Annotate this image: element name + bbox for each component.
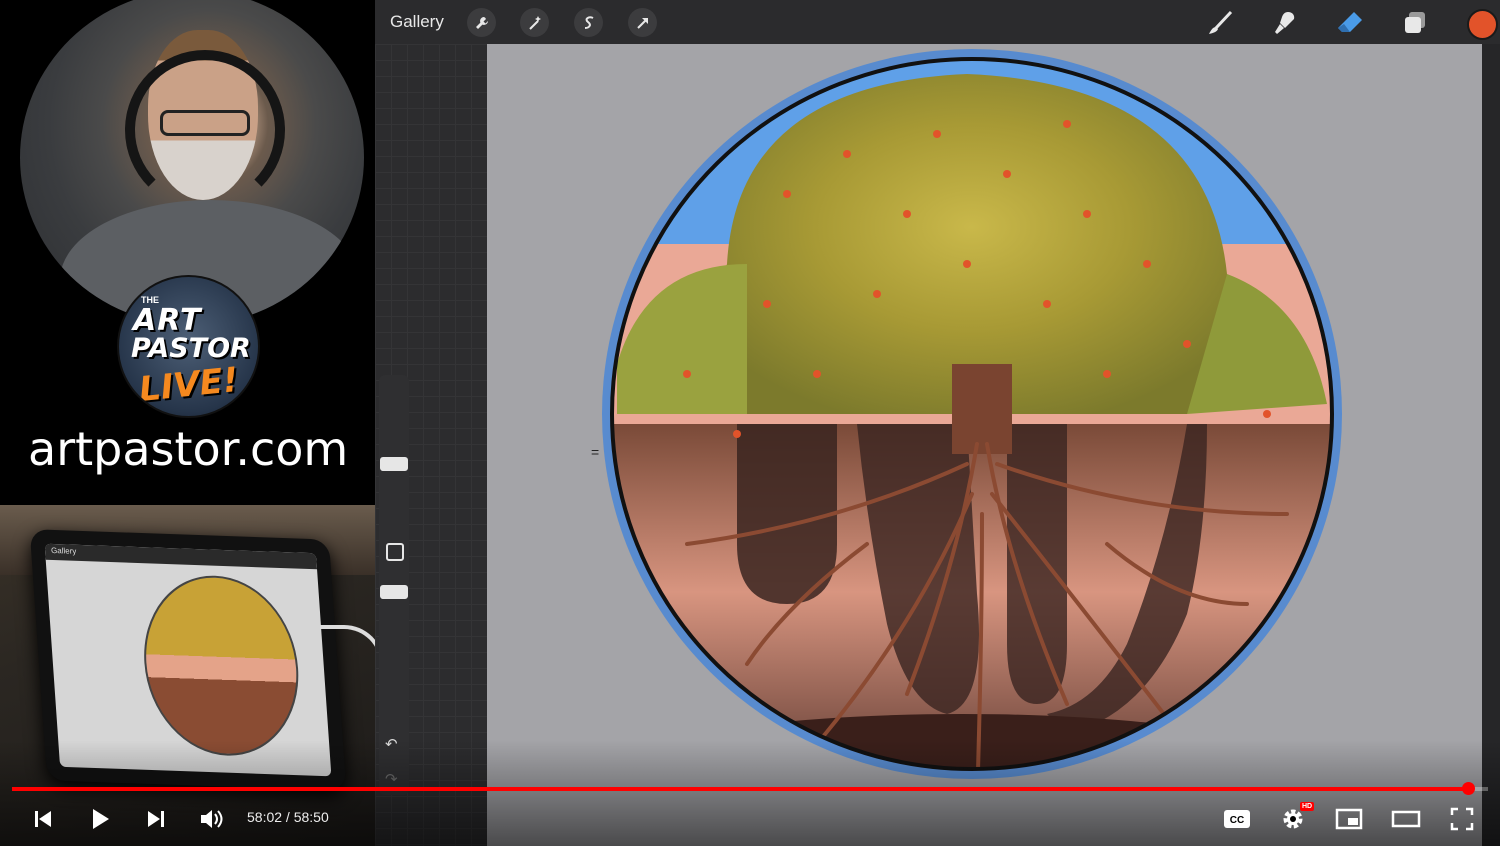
magic-wand-icon[interactable]: [520, 8, 549, 37]
selection-icon[interactable]: [574, 8, 603, 37]
captions-label: CC: [1230, 815, 1244, 826]
miniplayer-icon[interactable]: [1333, 803, 1365, 835]
procreate-app: Gallery ↶ ↷: [375, 0, 1500, 846]
color-swatch[interactable]: [1467, 9, 1498, 40]
art-pastor-live-logo: THE ART PASTOR LIVE!: [117, 275, 260, 418]
gallery-button[interactable]: Gallery: [390, 12, 444, 32]
glasses-icon: [160, 110, 250, 136]
brush-size-slider[interactable]: [380, 457, 408, 471]
ipad-artwork-thumbnail: [138, 573, 305, 759]
procreate-sidebar: ↶ ↷: [379, 375, 409, 795]
fullscreen-icon[interactable]: [1446, 803, 1478, 835]
progress-played: [12, 787, 1468, 791]
play-button[interactable]: [84, 803, 116, 835]
previous-button[interactable]: [27, 803, 59, 835]
eraser-icon[interactable]: [1335, 8, 1365, 38]
time-display: 58:02 / 58:50: [247, 809, 329, 825]
transform-arrow-icon[interactable]: [628, 8, 657, 37]
ipad-toolbar: Gallery: [44, 543, 318, 570]
brush-icon[interactable]: [1205, 8, 1235, 38]
logo-live-text: LIVE!: [137, 359, 241, 411]
theater-mode-icon[interactable]: [1390, 803, 1422, 835]
drawing-canvas[interactable]: =: [487, 44, 1482, 846]
hd-badge: HD: [1300, 802, 1315, 811]
wrench-icon[interactable]: [467, 8, 496, 37]
opacity-slider[interactable]: [380, 585, 408, 599]
next-button[interactable]: [140, 803, 172, 835]
progress-bar[interactable]: [12, 782, 1488, 795]
procreate-toolbar: Gallery: [375, 0, 1500, 44]
smudge-icon[interactable]: [1270, 8, 1300, 38]
tree-artwork: [602, 49, 1342, 779]
stream-overlay-panel: THE ART PASTOR LIVE! artpastor.com Galle…: [0, 0, 375, 846]
modify-button[interactable]: [386, 543, 404, 561]
canvas-mark: =: [591, 444, 600, 460]
volume-icon[interactable]: [196, 803, 228, 835]
captions-button[interactable]: CC: [1221, 803, 1253, 835]
ipad-gallery-label: Gallery: [50, 545, 77, 556]
layers-icon[interactable]: [1400, 8, 1430, 38]
progress-scrubber[interactable]: [1461, 782, 1475, 795]
site-url: artpastor.com: [28, 422, 349, 476]
